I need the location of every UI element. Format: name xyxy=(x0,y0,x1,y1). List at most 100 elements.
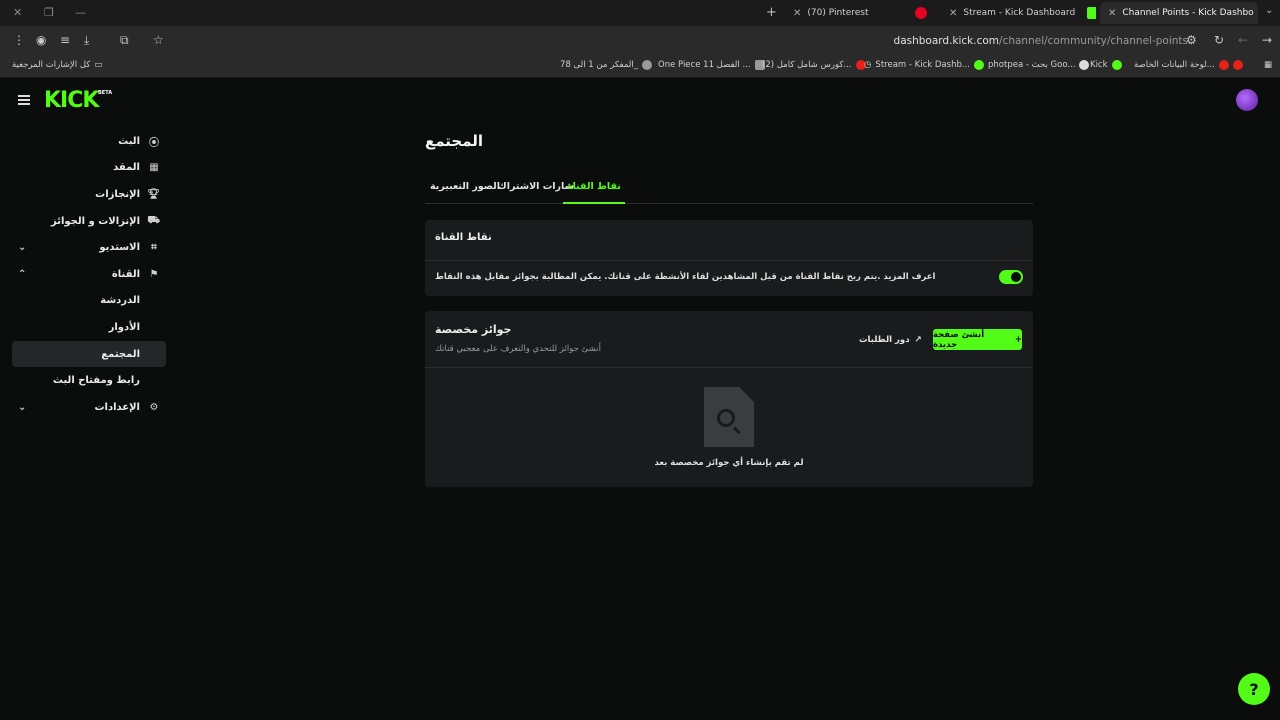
close-tab-icon[interactable]: ✕ xyxy=(793,8,801,19)
bookmark-item[interactable]: المفكر من 1 الى 78_ xyxy=(560,60,652,70)
bookmark-label: Stream - Kick Dashb... xyxy=(875,60,970,70)
bookmark-star-icon[interactable]: ☆ xyxy=(153,33,164,47)
new-tab-icon[interactable]: + xyxy=(766,5,777,20)
avatar[interactable] xyxy=(1236,89,1258,111)
sidebar-item-channel[interactable]: ⚑ القناة ⌃ xyxy=(12,261,166,288)
bookmark-item[interactable]: photpea - بحث Goo... xyxy=(988,60,1090,70)
tab-title: Channel Points - Kick Dashbo xyxy=(1122,8,1254,18)
chevron-down-icon: ⌄ xyxy=(18,242,27,254)
sidebar-item-stream-key[interactable]: رابط ومفتاح البث xyxy=(12,367,166,394)
reload-icon[interactable]: ↻ xyxy=(1214,33,1224,47)
bookmark-label: المفكر من 1 الى 78_ xyxy=(560,60,638,70)
tab-stream-dashboard[interactable]: ✕ Stream - Kick Dashboard xyxy=(941,2,1096,24)
create-reward-button[interactable]: أنشئ صفحة جديدة + xyxy=(933,329,1022,350)
empty-document-icon xyxy=(704,387,754,447)
sidebar-item-studio[interactable]: ⌗ الاستديو ⌄ xyxy=(12,234,166,261)
bookmark-item[interactable]: Kick xyxy=(1090,60,1122,70)
community-tabs: الصور التعبيرية شارات الاشتراك نقاط القن… xyxy=(425,180,1033,204)
sidebar-item-label: الإعدادات xyxy=(94,401,140,413)
plus-icon: + xyxy=(1014,334,1022,345)
close-tab-icon[interactable]: ✕ xyxy=(1108,8,1116,19)
bookmark-item[interactable]: لوحة البيانات الخاصة... xyxy=(1134,60,1243,70)
channel-points-card: نقاط القناة اعرف المزيد .يتم ربح نقاط ال… xyxy=(425,220,1033,296)
sidebar-item-label: الإنجازات xyxy=(95,188,140,200)
back-icon[interactable]: → xyxy=(1262,33,1272,47)
tab-channel-points[interactable]: ✕ Channel Points - Kick Dashbo xyxy=(1100,2,1258,24)
requests-queue-label: دور الطلبات xyxy=(859,335,910,345)
bookmark-label: One Piece الفصل 11 ... xyxy=(658,60,751,70)
sidebar-item-roles[interactable]: الأدوار xyxy=(12,314,166,341)
channel-icon: ⚑ xyxy=(149,268,159,280)
sidebar-item-stream[interactable]: ⦿ البث xyxy=(12,128,166,155)
sidebar-item-label: المقد xyxy=(113,162,140,174)
bookmark-item[interactable]: ◷ Stream - Kick Dashb... xyxy=(864,60,984,70)
sidebar-item-label: رابط ومفتاح البث xyxy=(52,375,140,387)
external-link-icon: ↗ xyxy=(914,335,922,345)
sidebar-item-label: الإنزالات و الجوائز xyxy=(50,215,140,227)
url-field[interactable]: dashboard.kick.com/channel/community/cha… xyxy=(894,35,1188,47)
globe-icon xyxy=(641,60,652,70)
google-icon xyxy=(1079,60,1090,70)
sidebar-item-drops[interactable]: ⛟ الإنزالات و الجوائز xyxy=(12,208,166,235)
tab-pinterest[interactable]: ✕ (70) Pinterest xyxy=(785,2,935,24)
page-title: المجتمع xyxy=(425,132,484,150)
close-window-icon[interactable]: ✕ xyxy=(13,6,22,19)
gear-icon: ⚙ xyxy=(149,401,159,413)
trophy-icon: 🏆︎ xyxy=(147,188,160,200)
bookmark-item[interactable]: (2) كورس شامل كامل... xyxy=(762,60,866,70)
close-tab-icon[interactable]: ✕ xyxy=(949,8,957,19)
tab-emotes[interactable]: الصور التعبيرية xyxy=(430,180,500,204)
kick-icon xyxy=(1087,7,1096,19)
create-reward-label: أنشئ صفحة جديدة xyxy=(933,329,985,350)
channel-points-description: اعرف المزيد .يتم ربح نقاط القناة من قبل … xyxy=(435,272,936,282)
sidebar-item-achievements[interactable]: 🏆︎ الإنجازات xyxy=(12,181,166,208)
youtube-icon xyxy=(1218,60,1229,70)
bookmark-label: كل الإشارات المرجعية xyxy=(12,60,91,70)
hamburger-menu-icon[interactable] xyxy=(18,95,30,105)
extensions-puzzle-icon[interactable]: ⧉ xyxy=(120,33,129,48)
url-host: dashboard.kick.com xyxy=(893,35,1000,47)
restore-window-icon[interactable]: ❐ xyxy=(44,6,54,19)
sidebar-item-chat[interactable]: الدردشة xyxy=(12,288,166,315)
tab-search-icon[interactable]: ⌄ xyxy=(1265,5,1273,16)
address-bar: ⋮ ◉ ≡ ⤓ ⧉ ☆ dashboard.kick.com/channel/c… xyxy=(0,26,1280,56)
forward-icon[interactable]: ← xyxy=(1238,33,1248,47)
sidebar-item-label: الأدوار xyxy=(108,321,140,333)
kick-dashboard: KICK BETA ⦿ البث ▦ المقد 🏆︎ الإنجازات ⛟ الإن… xyxy=(0,80,1280,720)
media-icon[interactable]: ≡ xyxy=(60,33,70,47)
sidebar-item-community[interactable]: المجتمع xyxy=(12,340,166,368)
tab-channel-points[interactable]: نقاط القناة xyxy=(563,180,625,204)
help-chat-icon[interactable]: ? xyxy=(1238,673,1270,705)
folder-icon: ▭ xyxy=(94,60,103,70)
empty-state-text: لم تقم بإنشاء أي جوائز مخصصة بعد xyxy=(654,458,804,468)
sidebar-nav: ⦿ البث ▦ المقد 🏆︎ الإنجازات ⛟ الإنزالات و ال… xyxy=(12,128,166,421)
kick-icon xyxy=(1111,60,1122,70)
kick-logo[interactable]: KICK xyxy=(44,88,99,113)
custom-rewards-card: جوائز مخصصة أنشئ جوائز للتحدي والتعرف عل… xyxy=(425,311,1033,487)
extension-icon[interactable]: ◉ xyxy=(36,33,46,47)
sidebar-item-settings[interactable]: ⚙ الإعدادات ⌄ xyxy=(12,394,166,421)
bookmark-all[interactable]: كل الإشارات المرجعية ▭ xyxy=(12,60,102,70)
bookmark-label: photpea - بحث Goo... xyxy=(988,60,1076,70)
bookmark-item[interactable]: One Piece الفصل 11 ... xyxy=(658,60,765,70)
sidebar-item-label: البث xyxy=(118,135,140,147)
calendar-icon: ▦ xyxy=(149,162,159,174)
apps-grid-icon[interactable]: ▦ xyxy=(1264,60,1272,70)
channel-points-toggle[interactable] xyxy=(999,270,1023,284)
browser-tab-bar: ✕ ❐ — + ✕ (70) Pinterest ✕ Stream - Kick… xyxy=(0,0,1280,26)
sidebar-item-label: المجتمع xyxy=(101,348,140,360)
tab-title: (70) Pinterest xyxy=(807,8,869,18)
divider xyxy=(425,260,1033,261)
bookmark-label: لوحة البيانات الخاصة... xyxy=(1134,60,1215,70)
menu-icon[interactable]: ⋮ xyxy=(13,33,25,47)
sidebar-item-schedule[interactable]: ▦ المقد xyxy=(12,155,166,182)
requests-queue-button[interactable]: دور الطلبات ↗ xyxy=(859,330,922,350)
site-settings-icon[interactable]: ⚙ xyxy=(1186,33,1197,47)
sidebar-item-label: الاستديو xyxy=(99,242,140,254)
divider xyxy=(425,367,1033,368)
youtube-icon xyxy=(1232,60,1243,70)
sidebar-item-label: القناة xyxy=(111,268,140,280)
minimize-window-icon[interactable]: — xyxy=(75,6,86,19)
bookmark-label: Kick xyxy=(1090,60,1108,70)
download-icon[interactable]: ⤓ xyxy=(84,33,89,48)
